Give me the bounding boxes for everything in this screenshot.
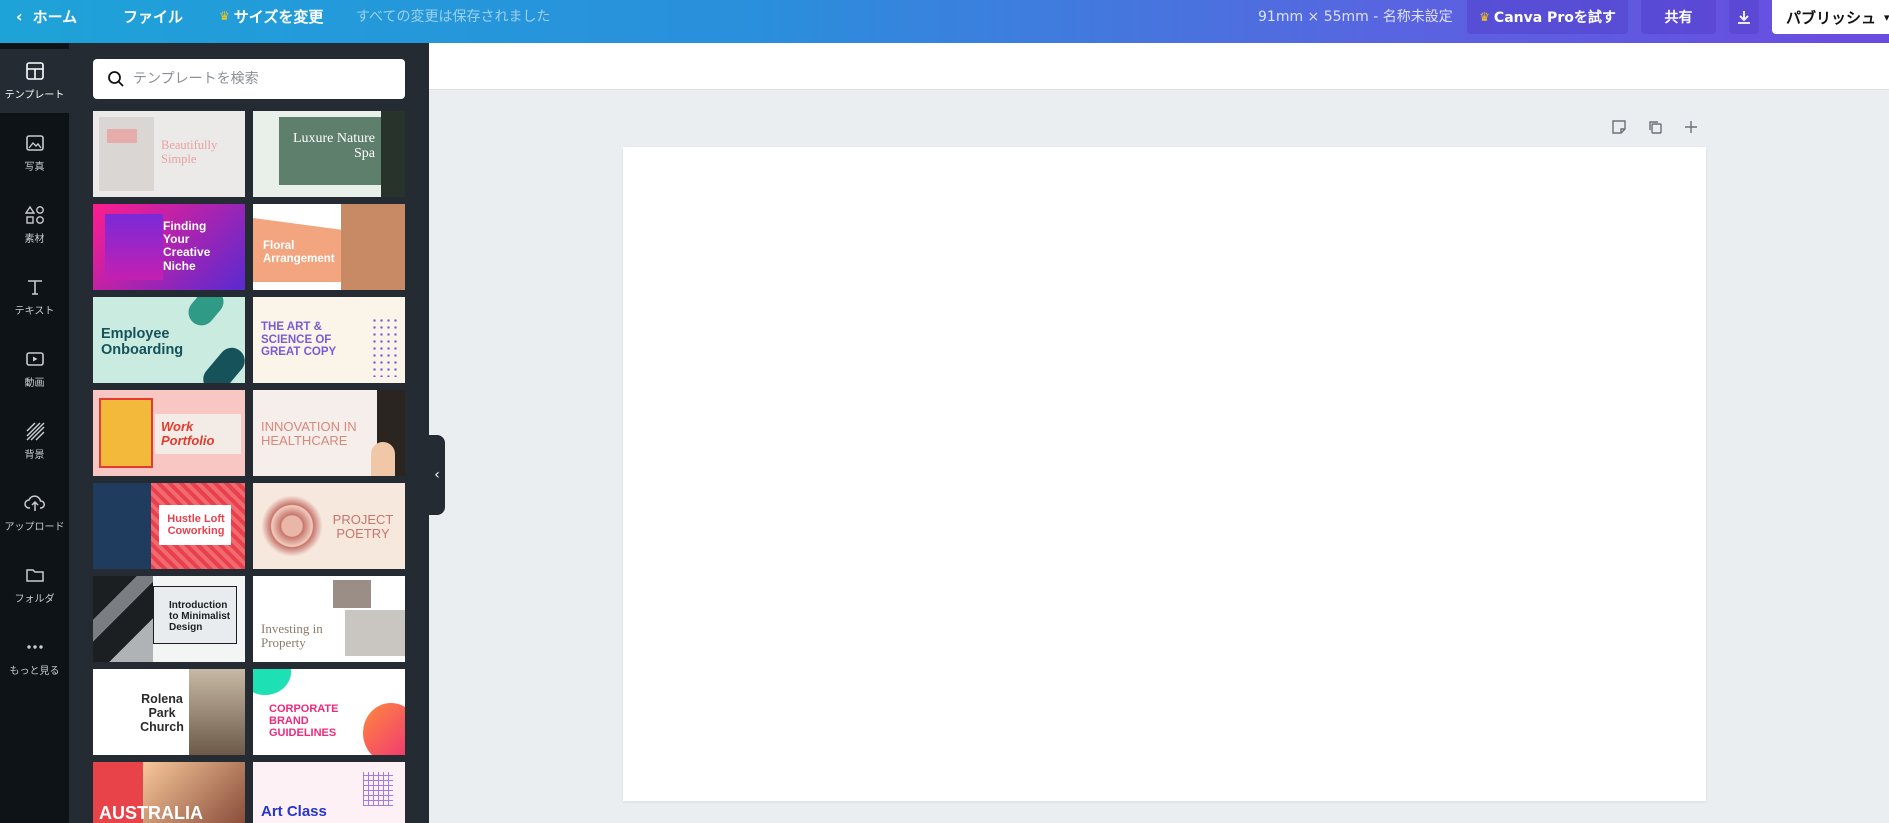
template-card[interactable]: Employee Onboarding: [93, 297, 245, 383]
template-search-box[interactable]: [93, 59, 405, 99]
chevron-left-icon: ‹: [434, 467, 440, 483]
template-title: THE ART & SCIENCE OF GREAT COPY: [261, 321, 337, 359]
add-note-button[interactable]: [1610, 118, 1628, 136]
template-card[interactable]: Finding Your Creative Niche: [93, 204, 245, 290]
template-photo: [99, 398, 153, 468]
share-button[interactable]: 共有: [1641, 0, 1716, 34]
design-canvas[interactable]: [623, 147, 1706, 801]
publish-button[interactable]: パブリッシュ ▾: [1772, 0, 1889, 34]
template-title: Introduction to Minimalist Design: [169, 600, 231, 633]
save-status: すべての変更は保存されました: [356, 9, 551, 25]
template-title: Floral Arrangement: [263, 240, 335, 265]
add-page-button[interactable]: [1682, 118, 1700, 136]
template-title: Investing in Property: [261, 621, 323, 651]
download-icon: [1738, 11, 1750, 24]
duplicate-page-button[interactable]: [1646, 118, 1664, 136]
template-illustration: [259, 487, 325, 565]
template-card[interactable]: THE ART & SCIENCE OF GREAT COPY: [253, 297, 405, 383]
sidebar-item-elements[interactable]: 素材: [0, 193, 69, 257]
note-icon: [1612, 120, 1626, 134]
text-icon: [27, 280, 42, 295]
resize-button[interactable]: ♛ サイズを変更: [219, 0, 323, 32]
template-decoration: [363, 772, 393, 806]
template-card[interactable]: AUSTRALIA: [93, 762, 245, 823]
template-title: Art Class: [261, 803, 327, 820]
chevron-down-icon: ▾: [1884, 10, 1889, 24]
crown-icon: ♛: [1479, 10, 1490, 24]
design-size-title[interactable]: 91mm × 55mm - 名称未設定: [1258, 0, 1453, 32]
upload-icon: [23, 495, 45, 511]
shapes-icon: [24, 205, 44, 224]
template-decoration: [371, 317, 399, 377]
template-decoration: [183, 297, 229, 331]
template-card[interactable]: Luxure Nature Spa: [253, 111, 405, 197]
editor-toolbar: [429, 43, 1889, 90]
file-menu-button[interactable]: ファイル: [123, 0, 183, 32]
template-title: Luxure Nature Spa: [292, 131, 375, 162]
home-button[interactable]: ‹ ホーム: [16, 0, 77, 32]
crown-icon: ♛: [219, 9, 230, 23]
template-title: Beautifully Simple: [161, 138, 218, 166]
video-icon: [25, 352, 44, 366]
template-decoration: [371, 442, 395, 476]
template-title: Employee Onboarding: [101, 326, 184, 358]
template-card[interactable]: INNOVATION IN HEALTHCARE: [253, 390, 405, 476]
folder-icon: [25, 569, 44, 582]
template-title: Hustle Loft Coworking: [167, 513, 225, 538]
templates-panel: Beautifully Simple Luxure Nature Spa Fin…: [69, 43, 429, 823]
template-title: AUSTRALIA: [99, 803, 203, 823]
sidebar-item-templates[interactable]: テンプレート: [0, 49, 69, 113]
template-card[interactable]: Investing in Property: [253, 576, 405, 662]
sidebar-item-photos[interactable]: 写真: [0, 121, 69, 185]
template-title: INNOVATION IN HEALTHCARE: [261, 419, 357, 449]
layout-icon: [25, 62, 44, 80]
top-bar: ‹ ホーム ファイル ♛ サイズを変更 すべての変更は保存されました 91mm …: [0, 0, 1889, 43]
template-card[interactable]: Floral Arrangement: [253, 204, 405, 290]
template-photo: [189, 669, 245, 755]
template-photo: [345, 610, 405, 656]
template-decoration: [363, 703, 405, 755]
template-title: PROJECT POETRY: [332, 512, 394, 542]
template-photo: [105, 214, 163, 280]
download-button[interactable]: [1729, 0, 1759, 34]
template-title: Work Portfolio: [161, 419, 215, 449]
chevron-left-icon: ‹: [16, 6, 23, 26]
search-icon: [108, 71, 124, 87]
template-card[interactable]: Rolena Park Church: [93, 669, 245, 755]
icon-sidebar: テンプレート 写真 素材 テキスト 動画 背景 アップロード フォルダ もっと見…: [0, 43, 69, 823]
template-photo: [381, 111, 405, 197]
template-card[interactable]: PROJECT POETRY: [253, 483, 405, 569]
template-card[interactable]: Art Class: [253, 762, 405, 823]
template-card[interactable]: Beautifully Simple: [93, 111, 245, 197]
background-icon: [25, 422, 45, 441]
plus-icon: [1685, 121, 1697, 133]
template-photo: [333, 580, 371, 608]
sidebar-item-video[interactable]: 動画: [0, 337, 69, 401]
template-title: Rolena Park Church: [140, 692, 184, 734]
template-photo: [93, 576, 153, 662]
sidebar-item-more[interactable]: もっと見る: [0, 625, 69, 689]
sidebar-item-background[interactable]: 背景: [0, 409, 69, 473]
template-title: CORPORATE BRAND GUIDELINES: [269, 703, 339, 740]
template-decoration: [253, 669, 291, 695]
try-canva-pro-button[interactable]: ♛ Canva Proを試す: [1467, 0, 1628, 34]
template-card[interactable]: CORPORATE BRAND GUIDELINES: [253, 669, 405, 755]
more-icon: [26, 645, 43, 649]
sidebar-item-upload[interactable]: アップロード: [0, 481, 69, 545]
template-card[interactable]: Work Portfolio: [93, 390, 245, 476]
template-card[interactable]: Hustle Loft Coworking: [93, 483, 245, 569]
template-card[interactable]: Introduction to Minimalist Design: [93, 576, 245, 662]
page-tools: [1610, 118, 1700, 136]
copy-icon: [1649, 121, 1662, 134]
sidebar-item-text[interactable]: テキスト: [0, 265, 69, 329]
template-photo: [341, 204, 405, 290]
template-search-input[interactable]: [133, 71, 393, 87]
template-title: Finding Your Creative Niche: [163, 219, 211, 273]
template-decoration: [107, 129, 137, 143]
collapse-panel-button[interactable]: ‹: [429, 435, 445, 515]
photo-icon: [25, 135, 44, 151]
sidebar-item-folder[interactable]: フォルダ: [0, 553, 69, 617]
